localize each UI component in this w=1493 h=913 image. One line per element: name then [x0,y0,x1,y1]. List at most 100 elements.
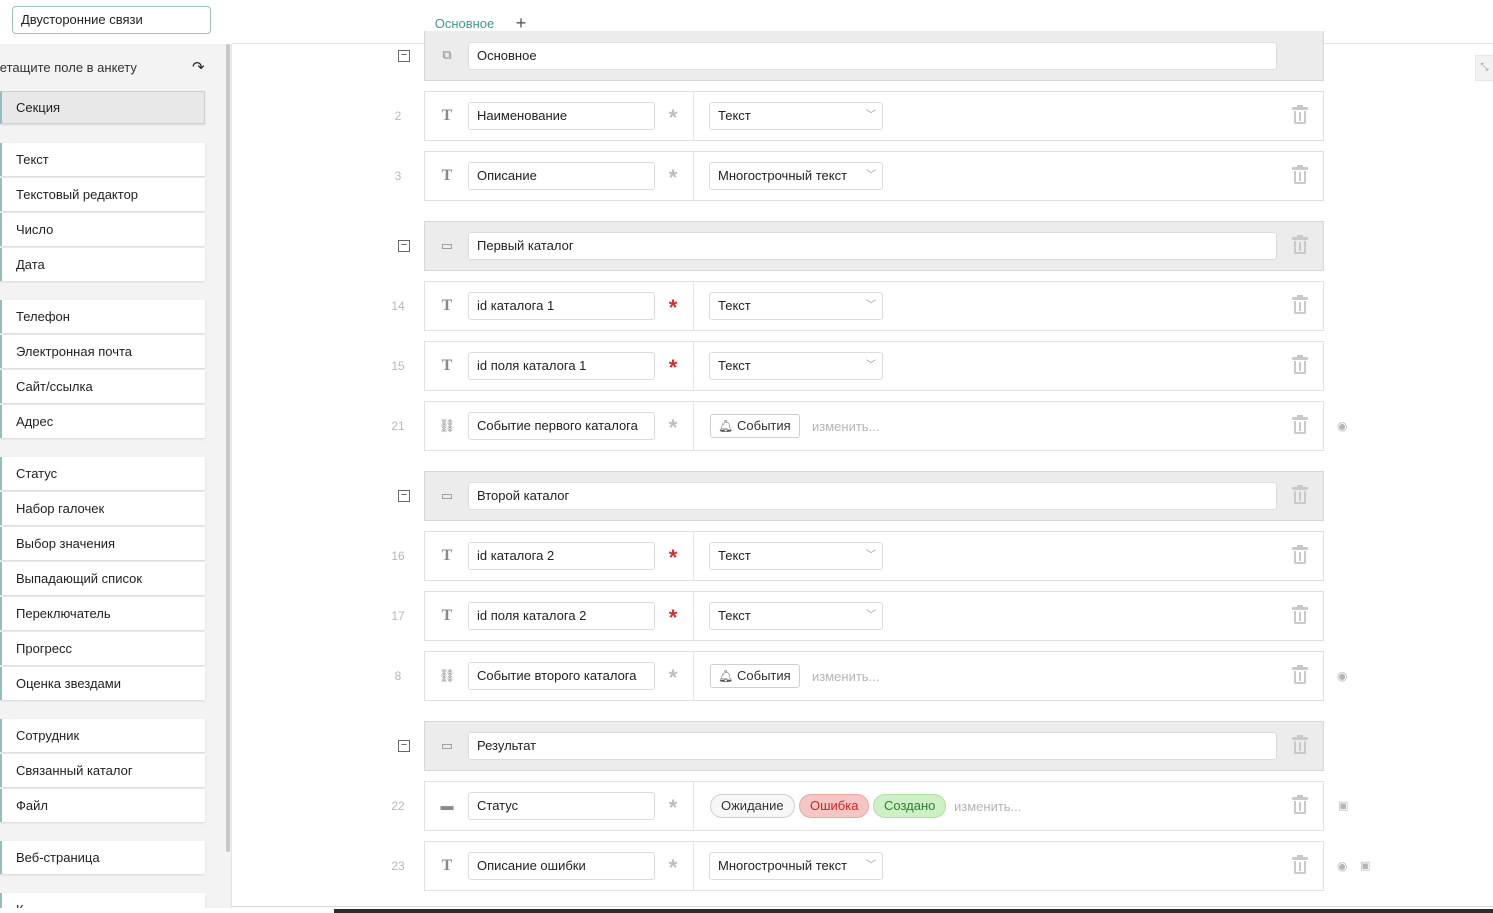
change-link[interactable]: изменить... [954,799,1021,814]
section-collapse-toggle[interactable]: − [398,240,410,252]
section-row[interactable]: ▭ Первый каталог [424,221,1324,271]
field-row[interactable]: ⛓ Событие первого каталога * 🔔︎ События и… [424,401,1324,451]
field-type-select[interactable]: Текст ﹀ [709,102,883,130]
trash-icon[interactable] [1292,415,1308,435]
eye-icon[interactable]: ◉ [1337,419,1347,433]
palette-item-text-editor[interactable]: Текстовый редактор [0,178,205,211]
field-type-select[interactable]: Текст ﹀ [709,292,883,320]
palette-item-stars[interactable]: Оценка звездами [0,667,205,700]
trash-icon[interactable] [1292,165,1308,185]
palette-item-text[interactable]: Текст [0,143,205,176]
palette-item-linked-catalog[interactable]: Связанный каталог [0,754,205,787]
section-row[interactable]: ⧉ Основное [424,31,1324,81]
section-title-input[interactable]: Основное [468,42,1277,70]
required-toggle-icon[interactable]: * [663,295,683,320]
required-toggle-icon[interactable]: * [663,105,683,130]
section-title-input[interactable]: Результат [468,732,1277,760]
palette-item-date[interactable]: Дата [0,248,205,281]
trash-icon[interactable] [1292,795,1308,815]
field-row[interactable]: T id каталога 1 * Текст ﹀ [424,281,1324,331]
field-name-input[interactable]: Событие второго каталога [468,662,655,690]
trash-icon[interactable] [1292,355,1308,375]
palette-item-checkboxes[interactable]: Набор галочек [0,492,205,525]
field-type-select[interactable]: Текст ﹀ [709,542,883,570]
field-name-input[interactable]: Наименование [468,102,655,130]
trash-icon[interactable] [1292,545,1308,565]
status-chip-waiting[interactable]: Ожидание [710,794,795,818]
required-toggle-icon[interactable]: * [663,545,683,570]
change-link[interactable]: изменить... [812,669,879,684]
palette-item-status[interactable]: Статус [0,457,205,490]
trash-icon[interactable] [1292,665,1308,685]
palette-item-address[interactable]: Адрес [0,405,205,438]
field-type-select[interactable]: Многострочный текст ﹀ [709,852,883,880]
trash-icon[interactable] [1292,105,1308,125]
field-type-select[interactable]: Многострочный текст ﹀ [709,162,883,190]
field-name-input[interactable]: id каталога 1 [468,292,655,320]
palette-item-progress[interactable]: Прогресс [0,632,205,665]
field-row[interactable]: T Описание * Многострочный текст ﹀ [424,151,1324,201]
trash-icon[interactable] [1292,735,1308,755]
required-toggle-icon[interactable]: * [663,165,683,190]
section-collapse-toggle[interactable]: − [398,490,410,502]
palette-item-email[interactable]: Электронная почта [0,335,205,368]
section-row[interactable]: ▭ Результат [424,721,1324,771]
palette-item-cut[interactable]: К [0,893,205,908]
eye-icon[interactable]: ◉ [1337,669,1347,683]
palette-item-choice[interactable]: Выбор значения [0,527,205,560]
section-collapse-toggle[interactable]: − [398,740,410,752]
palette-item-webpage[interactable]: Веб-страница [0,841,205,874]
redo-arrow-icon[interactable]: ↷ [192,58,205,76]
field-name-input[interactable]: Событие первого каталога [468,412,655,440]
field-row[interactable]: T id каталога 2 * Текст ﹀ [424,531,1324,581]
section-row[interactable]: ▭ Второй каталог [424,471,1324,521]
field-row[interactable]: T Описание ошибки * Многострочный текст ﹀ [424,841,1324,891]
trash-icon[interactable] [1292,235,1308,255]
palette-item-phone[interactable]: Телефон [0,300,205,333]
required-toggle-icon[interactable]: * [663,355,683,380]
palette-item-number[interactable]: Число [0,213,205,246]
field-name-input[interactable]: id поля каталога 2 [468,602,655,630]
events-button[interactable]: 🔔︎ События [710,664,800,688]
field-name-input[interactable]: id каталога 2 [468,542,655,570]
form-title-input[interactable]: Двусторонние связи [12,6,211,34]
required-toggle-icon[interactable]: * [663,795,683,820]
required-toggle-icon[interactable]: * [663,665,683,690]
field-type-select[interactable]: Текст ﹀ [709,602,883,630]
sidebar-scrollbar[interactable] [226,44,230,852]
palette-item-dropdown[interactable]: Выпадающий список [0,562,205,595]
palette-item-section[interactable]: Секция [0,91,205,124]
field-name-input[interactable]: id поля каталога 1 [468,352,655,380]
trash-icon[interactable] [1292,605,1308,625]
field-row[interactable]: T id поля каталога 1 * Текст ﹀ [424,341,1324,391]
lock-icon[interactable]: ▣ [1360,859,1370,872]
field-name-input[interactable]: Статус [468,792,655,820]
trash-icon[interactable] [1292,485,1308,505]
palette-item-employee[interactable]: Сотрудник [0,719,205,752]
status-chip-error[interactable]: Ошибка [799,794,870,818]
events-button[interactable]: 🔔︎ События [710,414,800,438]
field-row[interactable]: ▬ Статус * Ожидание Ошибка Создано измен… [424,781,1324,831]
section-collapse-toggle[interactable]: − [398,50,410,62]
field-type-select[interactable]: Текст ﹀ [709,352,883,380]
field-name-input[interactable]: Описание [468,162,655,190]
collapse-panel-icon[interactable]: ⤡ [1475,55,1493,81]
field-row[interactable]: T id поля каталога 2 * Текст ﹀ [424,591,1324,641]
palette-item-switch[interactable]: Переключатель [0,597,205,630]
change-link[interactable]: изменить... [812,419,879,434]
eye-icon[interactable]: ◉ [1337,859,1347,873]
required-toggle-icon[interactable]: * [663,605,683,630]
lock-icon[interactable]: ▣ [1338,799,1348,812]
palette-item-file[interactable]: Файл [0,789,205,822]
palette-item-site[interactable]: Сайт/ссылка [0,370,205,403]
field-row[interactable]: T Наименование * Текст ﹀ [424,91,1324,141]
required-toggle-icon[interactable]: * [663,855,683,880]
required-toggle-icon[interactable]: * [663,415,683,440]
section-title-input[interactable]: Первый каталог [468,232,1277,260]
trash-icon[interactable] [1292,855,1308,875]
field-row[interactable]: ⛓ Событие второго каталога * 🔔︎ События и… [424,651,1324,701]
field-name-input[interactable]: Описание ошибки [468,852,655,880]
section-title-input[interactable]: Второй каталог [468,482,1277,510]
status-chip-created[interactable]: Создано [873,794,947,818]
trash-icon[interactable] [1292,295,1308,315]
